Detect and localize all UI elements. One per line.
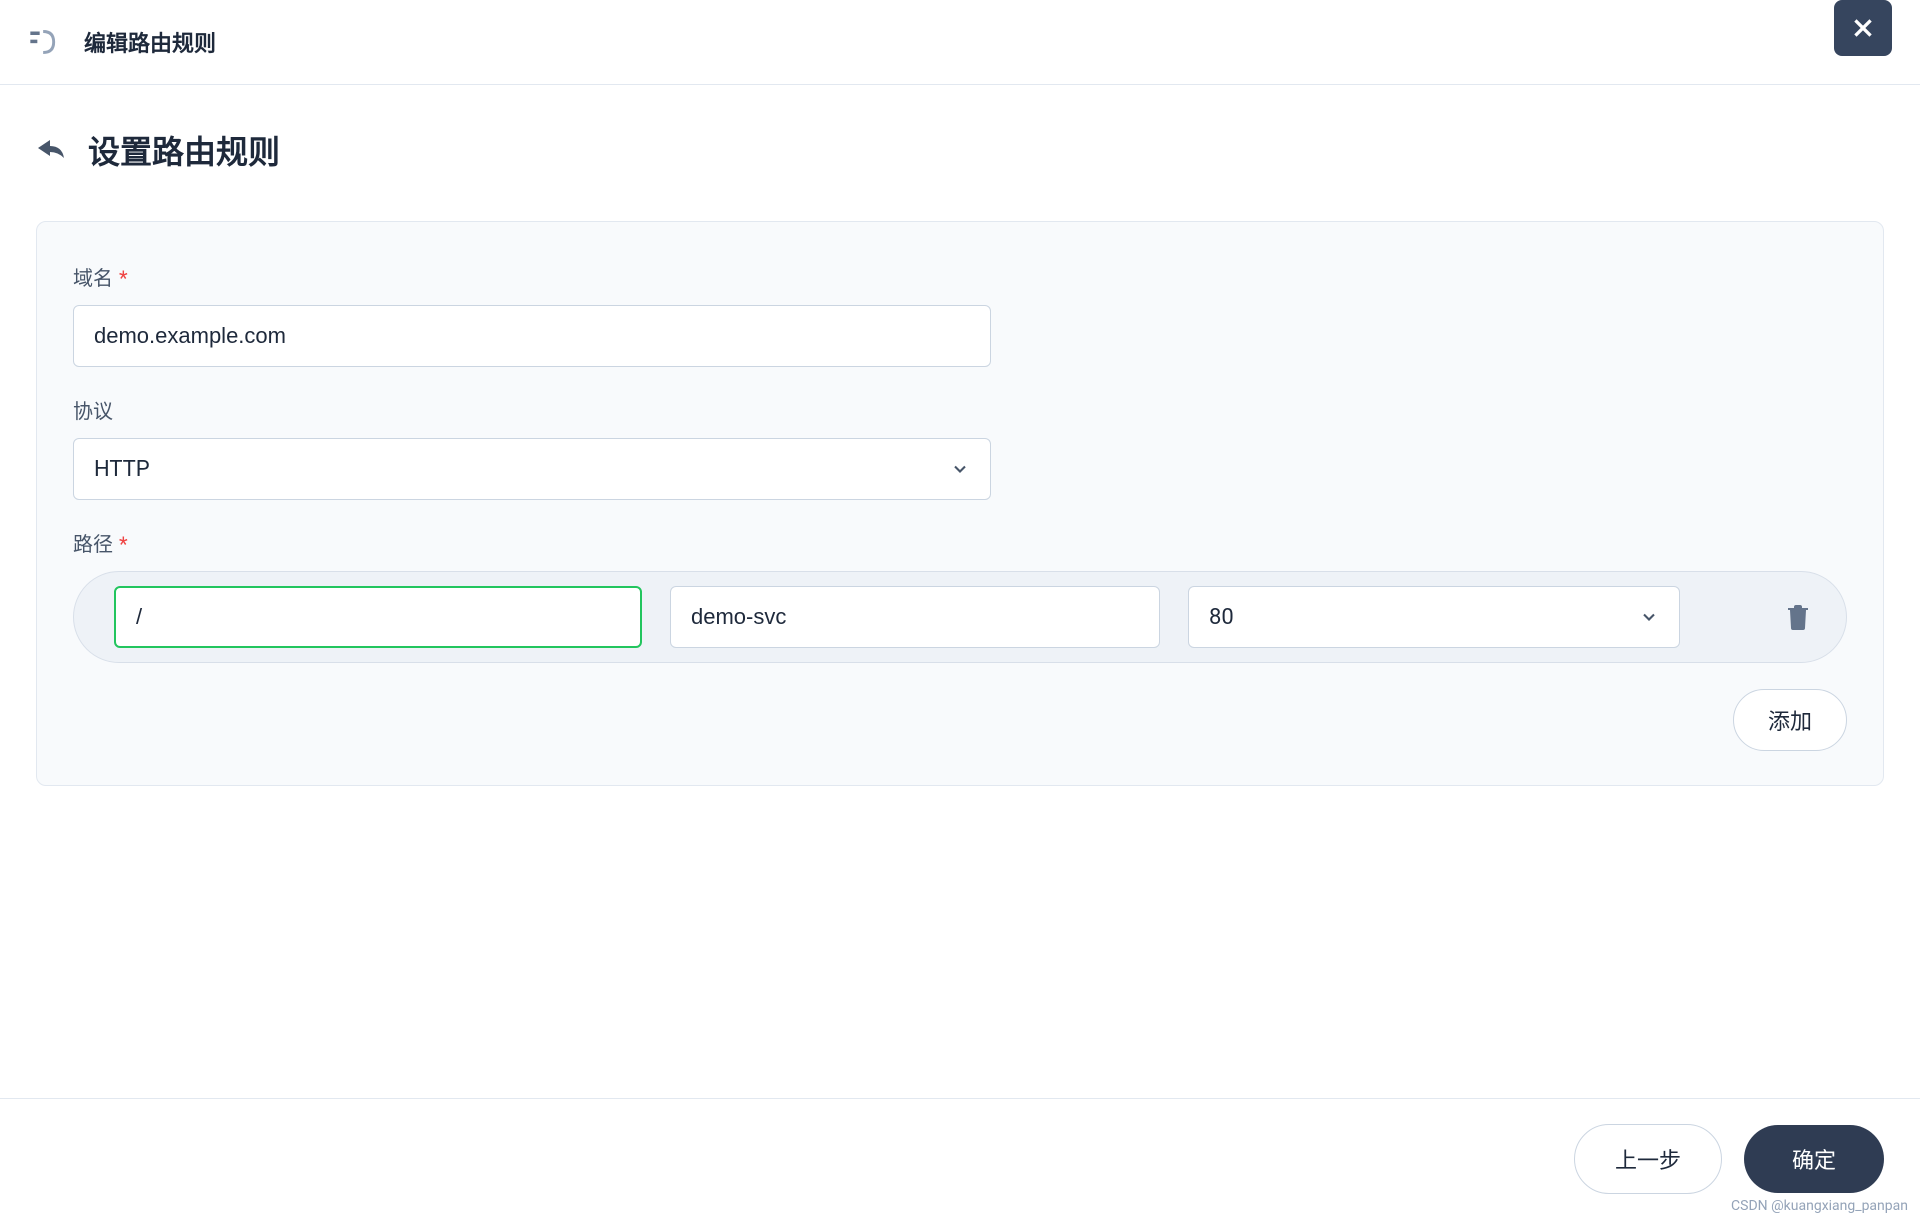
paths-label-text: 路径 [73, 532, 113, 556]
route-icon [28, 28, 56, 56]
domain-label: 域名* [73, 262, 1847, 291]
close-icon [1850, 15, 1876, 41]
header-left: 编辑路由规则 [28, 26, 216, 58]
watermark: CSDN @kuangxiang_panpan [1731, 1198, 1908, 1214]
page-heading-row: 设置路由规则 [36, 127, 1884, 173]
form-card: 域名* 协议 HTTP 路径* [36, 221, 1884, 786]
modal-footer: 上一步 确定 [0, 1098, 1920, 1218]
protocol-select-wrap: HTTP [73, 438, 991, 500]
required-mark: * [119, 266, 128, 290]
protocol-value: HTTP [94, 457, 150, 482]
delete-path-button[interactable] [1778, 596, 1818, 638]
domain-group: 域名* [73, 262, 1847, 367]
path-input[interactable] [114, 586, 642, 648]
modal-title: 编辑路由规则 [84, 26, 216, 58]
chevron-down-icon [1639, 607, 1659, 627]
chevron-down-icon [950, 459, 970, 479]
close-button[interactable] [1834, 0, 1892, 56]
add-path-button[interactable]: 添加 [1733, 689, 1847, 751]
port-select[interactable]: 80 [1188, 586, 1680, 648]
protocol-select[interactable]: HTTP [73, 438, 991, 500]
previous-button[interactable]: 上一步 [1574, 1124, 1722, 1194]
confirm-button[interactable]: 确定 [1744, 1125, 1884, 1193]
page-title: 设置路由规则 [88, 127, 280, 173]
domain-input[interactable] [73, 305, 991, 367]
paths-label: 路径* [73, 528, 1847, 557]
back-arrow-icon [36, 138, 66, 162]
port-value: 80 [1209, 605, 1234, 630]
trash-icon [1786, 604, 1810, 630]
modal-content: 设置路由规则 域名* 协议 HTTP [0, 85, 1920, 828]
back-button[interactable] [36, 138, 66, 162]
domain-label-text: 域名 [73, 266, 113, 290]
paths-group: 路径* 80 添加 [73, 528, 1847, 751]
service-input[interactable] [670, 586, 1160, 648]
modal-header: 编辑路由规则 [0, 0, 1920, 85]
required-mark: * [119, 532, 128, 556]
path-row: 80 [73, 571, 1847, 663]
protocol-group: 协议 HTTP [73, 395, 1847, 500]
protocol-label: 协议 [73, 395, 1847, 424]
add-row: 添加 [73, 689, 1847, 751]
